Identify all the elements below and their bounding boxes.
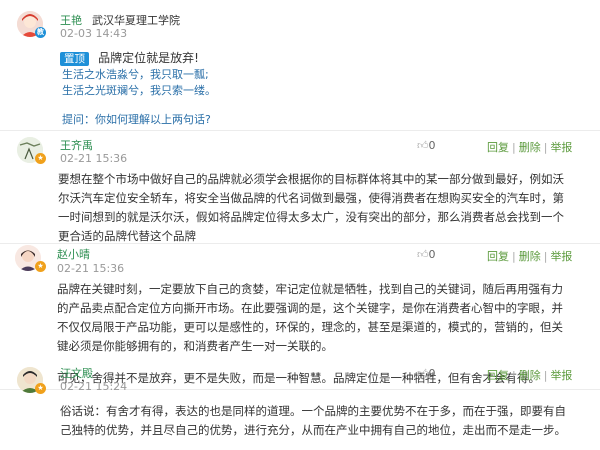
divider (0, 243, 600, 244)
post-title: 品牌定位就是放弃! (98, 51, 199, 65)
report-link[interactable]: 举报 (550, 369, 572, 382)
post-quote-line: 生活之水浩淼兮，我只取一瓢; (62, 68, 209, 81)
comment-actions: 回复 | 删除 | 举报 (487, 369, 573, 382)
post-quote-line: 生活之光斑斓兮，我只索一缕。 (62, 84, 216, 97)
author-name[interactable]: 汪文殿 (60, 365, 93, 381)
like-button[interactable]: 👍︎0 (417, 248, 436, 261)
comment-date: 02-21 15:24 (60, 380, 128, 393)
like-count: 0 (428, 139, 436, 152)
comment-body-line: 可见，舍得并不是放弃，更不是失败，而是一种智慧。品牌定位是一种牺牲，但有舍才会有… (57, 371, 540, 385)
delete-link[interactable]: 删除 (519, 250, 541, 263)
comment-body-line: 不仅仅局限于产品功能，更可以是感性的，环保的，理念的，甚至是渠道的，模式的，营销… (57, 320, 563, 334)
comment-actions: 回复 | 删除 | 举报 (487, 141, 573, 154)
thumb-up-icon: 👍︎ (417, 367, 429, 380)
author-name[interactable]: 赵小晴 (57, 246, 90, 262)
student-badge: ★ (35, 153, 46, 164)
comment-date: 02-21 15:36 (57, 262, 125, 275)
comment-body-line: 要想在整个市场中做好自己的品牌就必须学会根据你的目标群体将其中的某一部分做到最好… (58, 172, 564, 186)
author-name[interactable]: 王艳 (60, 12, 82, 28)
author-school: 武汉华夏理工学院 (92, 14, 180, 27)
comment-body-line: 一时间想到的就是沃尔沃，假如将品牌定位得太多太广，没有突出的部分，那么消费者总会… (58, 210, 564, 224)
student-badge: ★ (35, 383, 46, 394)
like-button[interactable]: 👍︎0 (417, 367, 436, 380)
like-count: 0 (428, 248, 436, 261)
delete-link[interactable]: 删除 (519, 141, 541, 154)
comment-body-line: 己独特的优势，并且尽自己的优势，进行充分，从而在产业中拥有自己的地位，走出而不是… (60, 423, 566, 437)
teacher-badge: 教 (35, 27, 46, 38)
divider (0, 130, 600, 131)
reply-link[interactable]: 回复 (487, 250, 509, 263)
post-date: 02-03 14:43 (60, 27, 128, 40)
post-title-row: 置顶 品牌定位就是放弃! (60, 47, 199, 67)
author-name[interactable]: 王齐禹 (60, 137, 93, 153)
report-link[interactable]: 举报 (550, 250, 572, 263)
pinned-tag: 置顶 (60, 52, 89, 66)
reply-link[interactable]: 回复 (487, 141, 509, 154)
post-prompt: 提问：你如何理解以上两句话? (62, 113, 211, 126)
thumb-up-icon: 👍︎ (417, 248, 429, 261)
comment-date: 02-21 15:36 (60, 152, 128, 165)
reply-link[interactable]: 回复 (487, 369, 509, 382)
like-button[interactable]: 👍︎0 (417, 139, 436, 152)
comment-body-line: 键必须是你能够拥有的，和消费者产生一对一关联的。 (57, 339, 333, 353)
thumb-up-icon: 👍︎ (417, 139, 429, 152)
comment-body-line: 的产品卖点配合定位方向撕开市场。在此要强调的是，这个关键字，是你在消费者心智中的… (57, 301, 563, 315)
comment-body-line: 尔沃汽车定位安全轿车，将安全当做品牌的代名词做到最强，使得消费者在想购买安全的汽… (58, 191, 564, 205)
like-count: 0 (428, 367, 436, 380)
comment-body-line: 俗话说：有舍才有得，表达的也是同样的道理。一个品牌的主要优势不在于多，而在于强，… (60, 404, 566, 418)
student-badge: ★ (35, 261, 46, 272)
comment-body-line: 品牌在关键时刻，一定要放下自己的贪婪，牢记定位就是牺牲，找到自己的关键词，随后再… (57, 282, 563, 296)
report-link[interactable]: 举报 (550, 141, 572, 154)
delete-link[interactable]: 删除 (519, 369, 541, 382)
comment-actions: 回复 | 删除 | 举报 (487, 250, 573, 263)
